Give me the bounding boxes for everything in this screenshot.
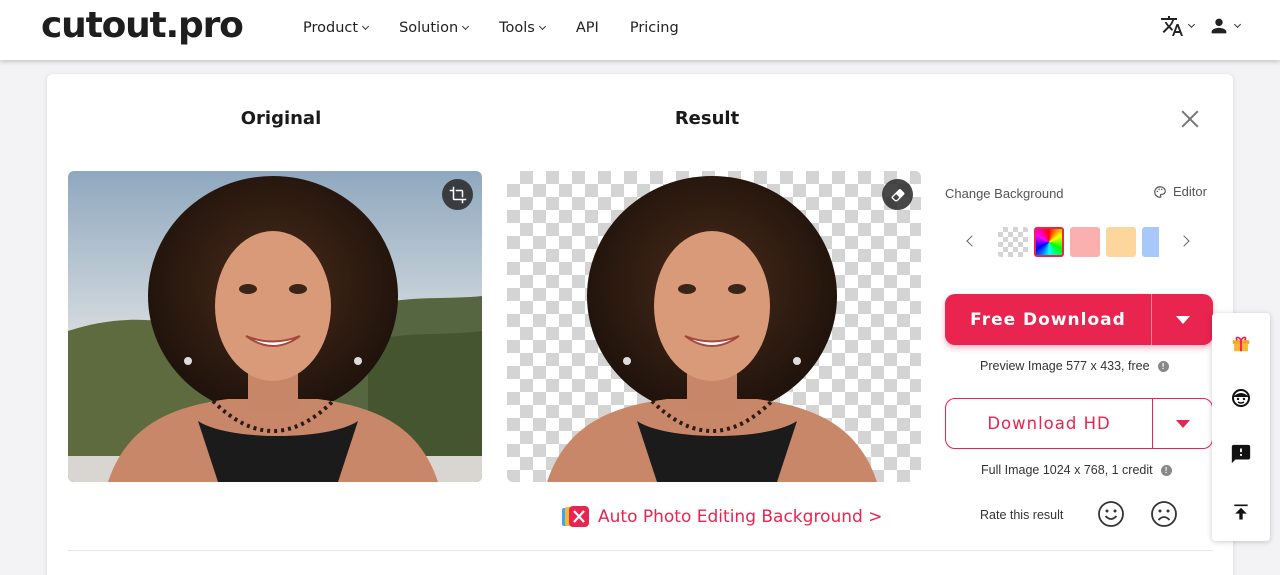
result-photo — [547, 176, 877, 482]
full-image-info: Full Image 1024 x 768, 1 credit ! — [981, 463, 1172, 477]
info-icon[interactable]: ! — [1157, 360, 1169, 372]
nav-solution-label: Solution — [399, 20, 459, 36]
swatch-pink[interactable] — [1070, 227, 1100, 257]
preview-info: Preview Image 577 x 433, free ! — [980, 359, 1169, 373]
chevron-down-icon — [462, 22, 470, 31]
caret-down-icon — [1175, 419, 1190, 428]
gift-icon — [1232, 336, 1250, 352]
smile-icon[interactable] — [1097, 500, 1125, 528]
original-image — [68, 171, 482, 482]
chevron-down-icon — [1187, 20, 1196, 29]
nav-pricing[interactable]: Pricing — [630, 20, 679, 36]
nav-api[interactable]: API — [576, 20, 599, 36]
divider — [68, 550, 1213, 551]
user-icon — [1211, 18, 1227, 34]
free-download-dropdown[interactable] — [1152, 315, 1213, 324]
preview-info-text: Preview Image 577 x 433, free — [980, 359, 1150, 373]
logo[interactable]: cutout.pro — [41, 4, 244, 48]
result-image — [507, 171, 921, 482]
swatches-prev-button[interactable] — [962, 231, 982, 251]
editor-label: Editor — [1173, 184, 1207, 199]
rate-label: Rate this result — [980, 508, 1064, 522]
free-download-button[interactable]: Free Download — [945, 294, 1213, 345]
palette-icon — [1154, 185, 1166, 198]
swatches-next-button[interactable] — [1174, 231, 1194, 251]
swatch-peach[interactable] — [1106, 227, 1136, 257]
nav-api-label: API — [575, 20, 599, 36]
original-photo — [68, 171, 482, 482]
nav-product[interactable]: Product — [303, 20, 370, 36]
account-button[interactable] — [1208, 15, 1242, 37]
nav-product-label: Product — [303, 20, 359, 36]
chevron-left-icon — [966, 235, 978, 247]
nav-tools[interactable]: Tools — [499, 20, 546, 36]
chevron-right-icon — [1178, 235, 1190, 247]
result-title: Result — [674, 108, 740, 129]
chevron-down-icon — [1233, 20, 1242, 29]
feedback-icon — [1231, 444, 1251, 464]
crop-button[interactable] — [442, 179, 473, 210]
eraser-button[interactable] — [882, 179, 913, 210]
download-hd-dropdown[interactable] — [1153, 419, 1212, 428]
original-title: Original — [240, 108, 322, 129]
support-agent-icon — [1232, 389, 1250, 407]
back-to-top-icon — [1234, 504, 1248, 520]
person-cutout — [547, 176, 877, 482]
top-header: cutout.pro Product Solution Tools API Pr… — [0, 0, 1280, 60]
eraser-icon — [890, 188, 905, 201]
chevron-down-icon — [362, 22, 370, 31]
promo-text: Auto Photo Editing Background > — [598, 507, 883, 527]
translate-icon — [1161, 16, 1183, 36]
back-to-top-button[interactable] — [1228, 499, 1254, 525]
close-button[interactable] — [1180, 109, 1200, 129]
result-card: Original Result Auto Photo Editing Backg… — [47, 74, 1233, 575]
nav-tools-label: Tools — [499, 20, 535, 36]
download-hd-label: Download HD — [987, 414, 1111, 433]
free-download-label: Free Download — [970, 309, 1126, 330]
full-image-info-text: Full Image 1024 x 768, 1 credit — [981, 463, 1153, 477]
nav-solution[interactable]: Solution — [399, 20, 470, 36]
info-icon[interactable]: ! — [1160, 464, 1172, 476]
chevron-down-icon — [538, 22, 546, 31]
nav-pricing-label: Pricing — [629, 20, 679, 36]
swatch-transparent[interactable] — [998, 227, 1028, 257]
crop-icon — [449, 186, 466, 203]
swatch-color-picker[interactable] — [1034, 227, 1064, 257]
frown-icon[interactable] — [1150, 500, 1178, 528]
main-nav: Product Solution Tools API Pricing — [303, 0, 710, 56]
auto-photo-editing-link[interactable]: Auto Photo Editing Background > — [562, 506, 882, 528]
caret-down-icon — [1175, 315, 1190, 324]
support-button[interactable] — [1228, 385, 1254, 411]
app-logo-icon — [562, 506, 589, 527]
swatch-blue[interactable] — [1142, 227, 1159, 257]
gift-button[interactable] — [1228, 330, 1254, 356]
change-background-label: Change Background — [945, 186, 1064, 201]
header-actions — [1146, 14, 1242, 38]
language-button[interactable] — [1160, 14, 1196, 38]
feedback-button[interactable] — [1228, 441, 1254, 467]
floating-sidebar — [1212, 313, 1270, 541]
download-hd-button[interactable]: Download HD — [945, 398, 1213, 449]
editor-button[interactable]: Editor — [1153, 184, 1207, 199]
